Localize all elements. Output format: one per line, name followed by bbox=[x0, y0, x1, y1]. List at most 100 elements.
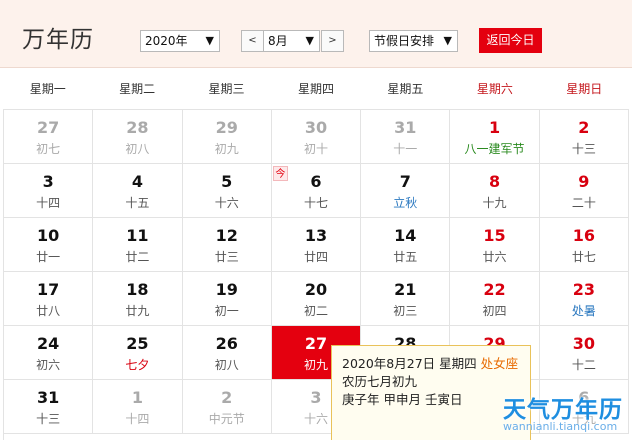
calendar-week-row: 24初六25七夕26初八27初九28初十29十一30十二 bbox=[4, 326, 629, 380]
day-number: 29 bbox=[215, 118, 238, 137]
day-number: 1 bbox=[488, 118, 501, 137]
day-number: 5 bbox=[221, 172, 233, 191]
holiday-select[interactable]: 节假日安排 ▼ bbox=[369, 30, 458, 52]
day-cell[interactable]: 24 初六 bbox=[4, 326, 94, 380]
next-month-button[interactable]: > bbox=[321, 30, 344, 52]
weekday-label: 星期二 bbox=[119, 82, 156, 96]
lunar-label: 八一建军节 bbox=[464, 142, 525, 156]
year-select[interactable]: 2020年 ▼ bbox=[140, 30, 220, 52]
weekday-header: 星期一 星期二 星期三 星期四 星期五 星期六 星期日 bbox=[3, 68, 629, 110]
today-badge: 今 bbox=[272, 166, 288, 181]
day-cell[interactable]: 31 十三 bbox=[4, 380, 94, 434]
day-number: 24 bbox=[37, 334, 60, 353]
day-cell[interactable]: 17 廿八 bbox=[4, 272, 94, 326]
date-detail-tooltip: 2020年8月27日 星期四 处女座 农历七月初九 庚子年 甲申月 壬寅日 bbox=[331, 345, 531, 440]
weekday-label-saturday: 星期六 bbox=[476, 82, 513, 96]
tooltip-date: 2020年8月27日 星期四 bbox=[342, 356, 477, 371]
day-cell[interactable]: 9 二十 bbox=[539, 164, 629, 218]
day-cell[interactable]: 7 立秋 bbox=[361, 164, 451, 218]
day-cell[interactable]: 28 初八 bbox=[93, 110, 183, 164]
lunar-label: 十一 bbox=[393, 142, 418, 156]
tooltip-zodiac: 处女座 bbox=[480, 356, 519, 371]
lunar-label: 十九 bbox=[482, 196, 507, 210]
lunar-label: 中元节 bbox=[208, 412, 245, 426]
year-select-value: 2020年 bbox=[145, 34, 188, 48]
day-cell[interactable]: 26 初八 bbox=[182, 326, 272, 380]
day-cell[interactable]: 25 七夕 bbox=[93, 326, 183, 380]
chevron-down-icon: ▼ bbox=[443, 34, 452, 47]
day-number: 26 bbox=[215, 334, 238, 353]
day-number: 28 bbox=[126, 118, 149, 137]
day-cell[interactable]: 2 中元节 bbox=[182, 380, 272, 434]
lunar-label: 初四 bbox=[482, 304, 507, 318]
day-cell[interactable]: 1 十四 bbox=[93, 380, 183, 434]
day-cell[interactable]: 4 十五 bbox=[93, 164, 183, 218]
day-number: 25 bbox=[126, 334, 149, 353]
lunar-label: 廿八 bbox=[36, 304, 61, 318]
day-cell[interactable]: 18 廿九 bbox=[93, 272, 183, 326]
day-cell[interactable]: 今 6 十七 bbox=[271, 164, 362, 218]
tooltip-lunar-date: 农历七月初九 bbox=[342, 374, 418, 389]
day-cell[interactable]: 1 八一建军节 bbox=[450, 110, 540, 164]
day-cell[interactable]: 30 十二 bbox=[539, 326, 629, 380]
day-cell[interactable]: 21 初三 bbox=[361, 272, 451, 326]
day-cell[interactable]: 16 廿七 bbox=[539, 218, 629, 272]
calendar-week-row: 10 廿一 11 廿二 12 廿三 13 廿四 14 廿五 15 廿六 16 廿七 bbox=[4, 218, 629, 272]
day-number: 30 bbox=[304, 118, 328, 137]
prev-month-button[interactable]: < bbox=[241, 30, 264, 52]
day-number: 9 bbox=[578, 172, 590, 191]
lunar-label: 廿九 bbox=[125, 304, 150, 318]
lunar-label: 十三 bbox=[571, 142, 596, 156]
lunar-label: 七夕 bbox=[125, 358, 150, 372]
day-cell[interactable]: 3 十四 bbox=[4, 164, 94, 218]
back-to-today-button[interactable]: 返回今日 bbox=[479, 28, 542, 53]
day-cell[interactable]: 10 廿一 bbox=[4, 218, 94, 272]
day-cell[interactable]: 29 初九 bbox=[182, 110, 272, 164]
day-cell[interactable]: 22 初四 bbox=[450, 272, 540, 326]
lunar-label: 廿二 bbox=[125, 250, 150, 264]
weekday-label-sunday: 星期日 bbox=[566, 82, 603, 96]
day-cell[interactable]: 30 初十 bbox=[271, 110, 362, 164]
chevron-down-icon: ▼ bbox=[305, 34, 314, 47]
lunar-label: 初九 bbox=[214, 142, 239, 156]
day-cell[interactable]: 23 处暑 bbox=[539, 272, 629, 326]
day-number: 13 bbox=[304, 226, 328, 245]
lunar-label: 初三 bbox=[393, 304, 418, 318]
calendar-header: 万年历 2020年 ▼ < 8月 ▼ > 节假日安排 ▼ 返回今日 bbox=[0, 0, 632, 68]
lunar-label: 十四 bbox=[36, 196, 61, 210]
day-number: 11 bbox=[126, 226, 149, 245]
day-cell[interactable]: 8 十九 bbox=[450, 164, 540, 218]
tooltip-date-line: 2020年8月27日 星期四 处女座 bbox=[342, 355, 520, 373]
lunar-label: 初十 bbox=[303, 142, 328, 156]
lunar-label: 廿四 bbox=[303, 250, 328, 264]
day-number: 23 bbox=[572, 280, 595, 299]
day-number: 1 bbox=[131, 388, 143, 407]
weekday-label: 星期四 bbox=[297, 82, 334, 96]
chevron-down-icon: ▼ bbox=[205, 34, 214, 47]
lunar-label: 十六 bbox=[214, 196, 239, 210]
day-cell[interactable]: 27 初七 bbox=[4, 110, 94, 164]
day-number: 15 bbox=[483, 226, 506, 245]
day-cell[interactable]: 19 初一 bbox=[182, 272, 272, 326]
day-cell[interactable]: 31 十一 bbox=[361, 110, 451, 164]
day-cell[interactable]: 15 廿六 bbox=[450, 218, 540, 272]
lunar-label: 初八 bbox=[125, 142, 150, 156]
day-number: 21 bbox=[394, 280, 417, 299]
day-number: 30 bbox=[572, 334, 595, 353]
day-cell[interactable]: 12 廿三 bbox=[182, 218, 272, 272]
day-number: 19 bbox=[215, 280, 238, 299]
day-cell[interactable]: 13 廿四 bbox=[271, 218, 362, 272]
day-number: 22 bbox=[483, 280, 506, 299]
app-title: 万年历 bbox=[22, 27, 94, 53]
lunar-label: 初七 bbox=[36, 142, 61, 156]
month-select[interactable]: 8月 ▼ bbox=[263, 30, 320, 52]
weekday-label: 星期三 bbox=[208, 82, 245, 96]
day-cell[interactable]: 14 廿五 bbox=[361, 218, 451, 272]
day-cell[interactable]: 5 十六 bbox=[182, 164, 272, 218]
day-cell[interactable]: 2 十三 bbox=[539, 110, 629, 164]
day-cell[interactable]: 20 初二 bbox=[271, 272, 362, 326]
day-number: 10 bbox=[37, 226, 60, 245]
day-cell[interactable]: 11 廿二 bbox=[93, 218, 183, 272]
lunar-label: 初二 bbox=[303, 304, 328, 318]
lunar-label: 十四 bbox=[125, 412, 150, 426]
